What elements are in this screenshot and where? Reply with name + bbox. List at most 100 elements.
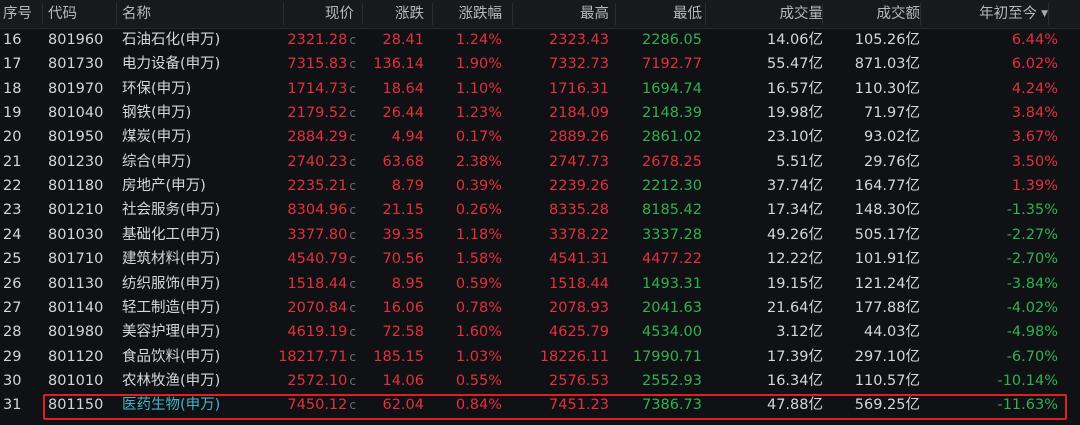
column-divider[interactable]: [512, 3, 513, 25]
table-row[interactable]: 23 801210 社会服务(申万) 8304.96 c 21.15 0.26% 8335.2…: [0, 198, 1080, 222]
seq-value: 31: [3, 397, 22, 414]
ytd-value: 3.50%: [1011, 153, 1058, 170]
cell-price: 4540.79 c: [287, 247, 356, 271]
header-volume[interactable]: 成交量: [780, 0, 824, 28]
table-row[interactable]: 21 801230 综合(申万) 2740.23 c 63.68 2.38% 2747.73 2…: [0, 150, 1080, 174]
cell-amount: 297.10亿: [855, 345, 920, 369]
low-value: 2212.30: [642, 178, 702, 195]
code-value: 801230: [48, 153, 104, 170]
cell-price: 3377.80 c: [287, 223, 356, 247]
pct-value: 0.26%: [455, 202, 502, 219]
cell-low: 4534.00: [642, 320, 702, 344]
price-suffix: c: [349, 179, 356, 194]
volume-value: 55.47亿: [766, 56, 823, 73]
pct-value: 1.90%: [455, 56, 502, 73]
cell-pct: 0.84%: [456, 393, 502, 417]
change-value: 26.44: [382, 105, 424, 122]
cell-code: 801150: [48, 393, 103, 417]
column-divider[interactable]: [615, 3, 616, 25]
cell-change: 4.94: [392, 125, 424, 149]
cell-amount: 177.88亿: [855, 296, 920, 320]
cell-seq: 19: [3, 101, 21, 125]
cell-pct: 1.90%: [456, 52, 502, 76]
cell-pct: 0.55%: [456, 369, 502, 393]
header-name[interactable]: 名称: [122, 0, 151, 28]
cell-seq: 21: [3, 150, 21, 174]
low-value: 2148.39: [642, 105, 702, 122]
table-row[interactable]: 18 801970 环保(申万) 1714.73 c 18.64 1.10% 1716.31 1…: [0, 77, 1080, 101]
header-pct[interactable]: 涨跌幅: [459, 0, 503, 28]
cell-volume: 23.10亿: [767, 125, 823, 149]
table-row[interactable]: 24 801030 基础化工(申万) 3377.80 c 39.35 1.18% 3378.2…: [0, 223, 1080, 247]
cell-change: 39.35: [382, 223, 424, 247]
cell-amount: 121.24亿: [855, 272, 920, 296]
cell-code: 801970: [48, 77, 103, 101]
table-row[interactable]: 29 801120 食品饮料(申万) 18217.71 c 185.15 1.03% 1822…: [0, 345, 1080, 369]
column-divider[interactable]: [432, 3, 433, 25]
column-divider[interactable]: [42, 3, 43, 25]
header-high[interactable]: 最高: [580, 0, 609, 28]
cell-seq: 25: [3, 247, 21, 271]
table-row[interactable]: 26 801130 纺织服饰(申万) 1518.44 c 8.95 0.59% 1518.44…: [0, 272, 1080, 296]
low-value: 3337.28: [642, 226, 702, 243]
cell-name: 综合(申万): [122, 150, 191, 174]
pct-value: 0.55%: [455, 372, 502, 389]
table-row[interactable]: 20 801950 煤炭(申万) 2884.29 c 4.94 0.17% 2889.26 28…: [0, 125, 1080, 149]
table-row[interactable]: 16 801960 石油石化(申万) 2321.28 c 28.41 1.24% 2323.4…: [0, 28, 1080, 52]
header-seq[interactable]: 序号: [3, 0, 32, 28]
name-value: 轻工制造(申万): [122, 299, 221, 316]
cell-seq: 16: [3, 28, 21, 52]
table-row[interactable]: 27 801140 轻工制造(申万) 2070.84 c 16.06 0.78% 2078.9…: [0, 296, 1080, 320]
price-value: 1518.44: [287, 275, 348, 292]
cell-name: 纺织服饰(申万): [122, 272, 220, 296]
cell-seq: 24: [3, 223, 21, 247]
seq-value: 29: [3, 348, 22, 365]
header-low[interactable]: 最低: [673, 0, 702, 28]
volume-value: 47.88亿: [766, 397, 823, 414]
table-row[interactable]: 31 801150 医药生物(申万) 7450.12 c 62.04 0.84% 7451.2…: [0, 393, 1080, 417]
cell-change: 21.15: [382, 198, 424, 222]
cell-price: 2572.10 c: [287, 369, 356, 393]
high-value: 18226.11: [539, 348, 609, 365]
amount-value: 164.77亿: [854, 178, 920, 195]
cell-volume: 16.57亿: [767, 77, 823, 101]
header-amount[interactable]: 成交额: [877, 0, 921, 28]
header-ytd[interactable]: 年初至今 ▼: [979, 0, 1048, 28]
table-row[interactable]: 25 801710 建筑材料(申万) 4540.79 c 70.56 1.58% 4541.3…: [0, 247, 1080, 271]
high-value: 2323.43: [549, 32, 609, 48]
cell-name: 房地产(申万): [122, 174, 206, 198]
high-value: 7332.73: [549, 56, 609, 73]
column-divider[interactable]: [116, 3, 117, 25]
low-value: 2678.25: [642, 153, 702, 170]
seq-value: 23: [3, 202, 22, 219]
column-divider[interactable]: [362, 3, 363, 25]
column-divider[interactable]: [283, 3, 284, 25]
table-row[interactable]: 17 801730 电力设备(申万) 7315.83 c 136.14 1.90% 7332.…: [0, 52, 1080, 76]
column-divider[interactable]: [1048, 3, 1049, 25]
volume-value: 12.22亿: [766, 251, 823, 268]
header-code[interactable]: 代码: [48, 0, 77, 28]
header-change[interactable]: 涨跌: [395, 0, 424, 28]
table-row[interactable]: 30 801010 农林牧渔(申万) 2572.10 c 14.06 0.55% 2576.5…: [0, 369, 1080, 393]
sort-descending-icon[interactable]: ▼: [1041, 9, 1048, 19]
table-row[interactable]: 19 801040 钢铁(申万) 2179.52 c 26.44 1.23% 2184.09 2…: [0, 101, 1080, 125]
price-suffix: c: [349, 57, 356, 72]
name-value: 建筑材料(申万): [122, 251, 221, 268]
column-divider[interactable]: [920, 3, 921, 25]
table-row[interactable]: 22 801180 房地产(申万) 2235.21 c 8.79 0.39% 2239.26 2…: [0, 174, 1080, 198]
cell-volume: 17.39亿: [767, 345, 823, 369]
header-price[interactable]: 现价: [325, 0, 354, 28]
table-row[interactable]: 28 801980 美容护理(申万) 4619.19 c 72.58 1.60% 4625.7…: [0, 320, 1080, 344]
cell-price: 2179.52 c: [287, 101, 356, 125]
column-divider[interactable]: [705, 3, 706, 25]
cell-change: 70.56: [382, 247, 424, 271]
price-suffix: c: [349, 130, 356, 145]
code-value: 801710: [48, 251, 104, 268]
cell-volume: 19.15亿: [767, 272, 823, 296]
cell-name: 电力设备(申万): [122, 52, 220, 76]
cell-code: 801120: [48, 345, 103, 369]
cell-change: 14.06: [382, 369, 424, 393]
volume-value: 16.57亿: [766, 80, 823, 97]
cell-high: 4541.31: [549, 247, 609, 271]
column-divider[interactable]: [822, 3, 823, 25]
